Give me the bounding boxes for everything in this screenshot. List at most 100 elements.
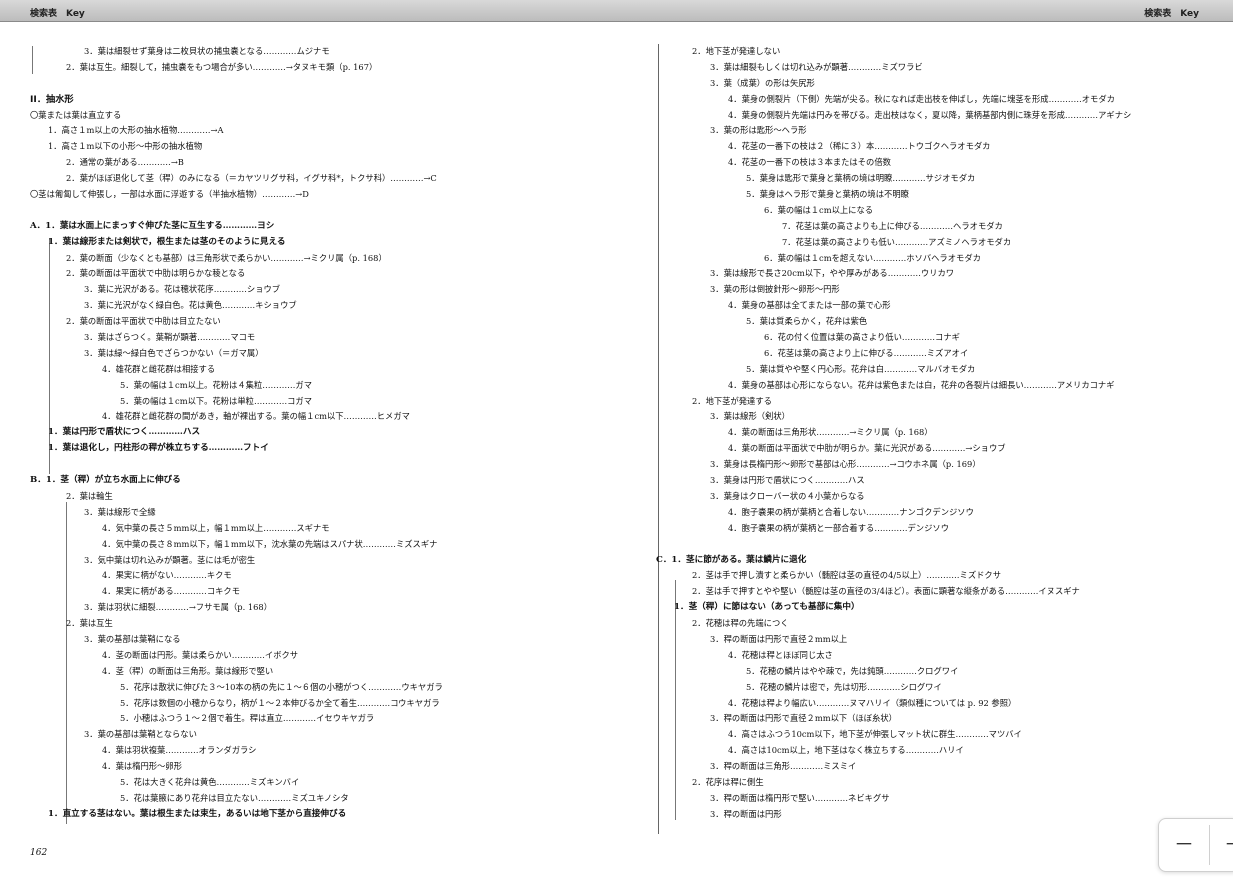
- key-line: 7．花茎は葉の高さよりも上に伸びる…………ヘラオモダカ: [782, 220, 1003, 231]
- key-line: 5．花穂の鱗片は密で，先は切形…………シログワイ: [746, 681, 942, 692]
- zoom-in-button[interactable]: ＋: [1209, 819, 1233, 871]
- key-line: 3．葉は細裂もしくは切れ込みが顕著…………ミズワラビ: [710, 61, 923, 72]
- key-line: 3．葉の基部は葉鞘とならない: [84, 729, 197, 740]
- page-number: 162: [30, 848, 48, 858]
- key-line: 7．花茎は葉の高さよりも低い…………アズミノヘラオモダカ: [782, 236, 1012, 247]
- key-line: 2．通常の葉がある…………→B: [66, 157, 184, 168]
- key-line: 4．花茎の一番下の枝は３本またはその倍数: [728, 157, 891, 168]
- key-line: 4．葉の断面は三角形状…………→ミクリ属（p. 168）: [728, 427, 933, 438]
- key-line: 3．葉はざらつく。葉鞘が顕著…………マコモ: [84, 332, 256, 343]
- key-line: 2．茎は手で押し潰すと柔らかい（髄腔は茎の直径の4/5以上）…………ミズドクサ: [692, 570, 1002, 581]
- left-column: 3．葉は細裂せず葉身は二枚貝状の捕虫嚢となる…………ムジナモ 2．葉は互生。細裂し…: [30, 44, 640, 836]
- key-line: II．抽水形: [30, 93, 74, 105]
- key-line: 3．葉は線形で全縁: [84, 506, 156, 517]
- key-line: B．1．茎（稈）が立ち水面上に伸びる: [30, 475, 181, 486]
- key-line: 3．葉身はクローバー状の４小葉からなる: [710, 490, 865, 501]
- key-line: 4．胞子嚢果の柄が葉柄と合着しない…………ナンゴクデンジソウ: [728, 506, 974, 517]
- key-line: 4．葉身の基部は心形にならない。花弁は紫色または白，花弁の各裂片は細長い……………: [728, 379, 1115, 390]
- key-line: 2．地下茎が発達しない: [692, 46, 781, 56]
- key-line: 3．葉は線形で長さ20cm以下，やや厚みがある…………ウリカワ: [710, 268, 955, 279]
- key-line: 5．小穂はふつう１～２個で着生。稈は直立…………イセウキヤガラ: [120, 713, 375, 724]
- key-line: 4．花穂は稈より幅広い…………ヌマハリイ（類似種については p. 92 参照）: [728, 697, 1017, 708]
- key-line: 3．稈の断面は円形で直径２mm以上: [710, 633, 848, 644]
- key-line: 5．花は大きく花弁は黄色…………ミズキンバイ: [120, 776, 300, 787]
- key-line: 5．花穂の鱗片はやや疎で，先は鈍頭…………クログワイ: [746, 665, 959, 676]
- key-line: 1．高さ１m以下の小形～中形の抽水植物: [48, 141, 203, 152]
- key-line: 5．葉身は匙形で葉身と葉柄の境は明瞭…………サジオモダカ: [746, 173, 976, 184]
- zoom-out-button[interactable]: －: [1159, 819, 1209, 871]
- key-line: 3．葉の形は匙形～ヘラ形: [710, 125, 807, 136]
- key-line: 3．気中葉は切れ込みが顕著。茎には毛が密生: [84, 554, 256, 565]
- key-line: 4．果実に柄がない…………キクモ: [102, 570, 232, 581]
- key-line: 4．葉身の基部は全てまたは一部の葉で心形: [728, 300, 891, 311]
- key-line: 1．葉は円形で盾状につく…………ハス: [48, 427, 201, 438]
- key-line: 4．花茎の一番下の枝は２（稀に３）本…………トウゴクヘラオモダカ: [728, 141, 991, 152]
- running-header: 検索表 Key 検索表 Key: [0, 0, 1233, 22]
- key-line: 1．茎（稈）に節はない（あっても基部に集中）: [674, 602, 860, 613]
- key-line: 4．茎の断面は円形。葉は柔らかい…………イボクサ: [102, 649, 299, 660]
- key-line: 4．葉の断面は平面状で中肋が明らか。葉に光沢がある…………→ショウブ: [728, 443, 1006, 454]
- key-line: 4．葉身の側裂片先端は円みを帯びる。走出枝はなく，夏以降，葉柄基部内側に珠芽を形…: [728, 109, 1132, 120]
- key-line: 1．直立する茎はない。葉は根生または束生，あるいは地下茎から直接伸びる: [48, 808, 347, 819]
- key-line: 4．高さは10cm以上，地下茎はなく株立ちする…………ハリイ: [728, 745, 964, 756]
- key-line: 2．葉は輪生: [66, 490, 113, 501]
- key-line: 2．葉がほぼ退化して茎（稈）のみになる（＝カヤツリグサ科，イグサ科*，トクサ科）…: [66, 173, 437, 184]
- key-line: 1．葉は退化し，円柱形の稈が株立ちする…………フトイ: [48, 443, 269, 454]
- key-line: 5．葉の幅は１cm以下。花粉は単粒…………コガマ: [120, 395, 313, 406]
- key-line: 4．花穂は稈とほぼ同じ太さ: [728, 649, 833, 660]
- key-line: 1．葉は線形または剣状で，根生または茎のそのように見える: [48, 236, 286, 247]
- key-line: 3．稈の断面は円形で直径２mm以下（ほぼ糸状）: [710, 713, 897, 724]
- key-line: 4．胞子嚢果の柄が葉柄と一部合着する…………デンジソウ: [728, 522, 949, 533]
- key-line: 2．葉の断面は平面状で中肋は明らかな稜となる: [66, 268, 246, 279]
- key-line: 6．葉の幅は１cm以上になる: [764, 204, 874, 215]
- key-line: 3．稈の断面は楕円形で堅い…………ネビキグサ: [710, 792, 890, 803]
- key-line: 5．葉は質柔らかく，花弁は紫色: [746, 316, 868, 327]
- key-line: 2．茎は手で押すとやや堅い（髄腔は茎の直径の3/4ほど）。表面に顕著な縦条がある…: [692, 586, 1080, 597]
- key-line: 4．高さはふつう10cm以下，地下茎が伸張しマット状に群生…………マツバイ: [728, 729, 1022, 740]
- key-line: 3．葉の基部は葉鞘になる: [84, 633, 181, 644]
- key-line: 5．葉は質やや堅く円心形。花弁は白…………マルバオモダカ: [746, 363, 976, 374]
- key-line: 3．葉身は長楕円形～卵形で基部は心形…………→コウホネ属（p. 169）: [710, 459, 981, 470]
- key-line: 6．花茎は葉の高さより上に伸びる…………ミズアオイ: [764, 347, 969, 358]
- key-line: C．1．茎に節がある。葉は鱗片に退化: [656, 554, 807, 565]
- key-line: 4．果実に柄がある…………コキクモ: [102, 586, 241, 597]
- key-line: 3．葉に光沢がある。花は穂状花序…………ショウブ: [84, 284, 281, 295]
- key-line: 3．葉身は円形で盾状につく…………ハス: [710, 475, 865, 486]
- key-line: 5．花序は散状に伸びた３～10本の柄の先に１～６個の小穂がつく…………ウキヤガラ: [120, 681, 443, 692]
- key-line: 4．葉身の側裂片（下側）先端が尖る。秋になれば走出枝を伸ばし，先端に塊茎を形成……: [728, 93, 1115, 104]
- key-line: 3．葉は細裂せず葉身は二枚貝状の捕虫嚢となる…………ムジナモ: [84, 46, 330, 56]
- right-column: 2．地下茎が発達しない 3．葉は細裂もしくは切れ込みが顕著…………ミズワラビ 3．葉…: [656, 44, 1216, 826]
- key-line: 2．花序は稈に側生: [692, 776, 764, 787]
- key-line: 5．花序は数個の小穂からなり，柄が１～２本伸びるか全て着生…………コウキヤガラ: [120, 697, 440, 708]
- key-line: 5．葉身はヘラ形で葉身と葉柄の境は不明瞭: [746, 189, 909, 200]
- header-left-title: 検索表 Key: [30, 9, 85, 19]
- key-line: 〇葉または葉は直立する: [30, 109, 122, 120]
- key-line: 3．稈の断面は円形: [710, 808, 782, 819]
- key-line: 5．葉の幅は１cm以上。花粉は４集粒…………ガマ: [120, 379, 313, 390]
- key-line: 6．葉の幅は１cmを超えない…………ホソバヘラオモダカ: [764, 252, 981, 263]
- key-line: 4．雄花群と雌花群は相接する: [102, 363, 216, 374]
- key-line: A．1．葉は水面上にまっすぐ伸びた茎に互生する…………ヨシ: [30, 220, 275, 231]
- key-line: 3．稈の断面は三角形…………ミスミイ: [710, 761, 857, 772]
- key-line: 3．葉は線形（剣状）: [710, 411, 790, 422]
- key-line: 4．気中葉の長さ８mm以下，幅１mm以下，沈水葉の先端はスパナ状…………ミズスギ…: [102, 538, 438, 549]
- key-line: 4．気中葉の長さ５mm以上，幅１mm以上…………スギナモ: [102, 522, 330, 533]
- key-line: 2．葉は互生: [66, 618, 113, 629]
- zoom-controls: － ＋: [1158, 818, 1233, 872]
- key-line: 2．葉の断面（少なくとも基部）は三角形状で柔らかい…………→ミクリ属（p. 16…: [66, 252, 387, 263]
- key-line: 2．花穂は稈の先端につく: [692, 618, 789, 629]
- key-line: 3．葉（成葉）の形は矢尻形: [710, 77, 815, 88]
- key-line: 1．高さ１m以上の大形の抽水植物…………→A: [48, 125, 224, 136]
- key-line: 6．花の付く位置は葉の高さより低い…………コナギ: [764, 332, 960, 343]
- key-line: 5．花は葉腋にあり花弁は目立たない…………ミズユキノシタ: [120, 792, 349, 803]
- key-line: 4．葉は羽状複葉…………オランダガラシ: [102, 745, 257, 756]
- key-line: 2．葉の断面は平面状で中肋は目立たない: [66, 316, 221, 327]
- key-line: 3．葉は羽状に細裂…………→フサモ属（p. 168）: [84, 602, 272, 613]
- header-right-title: 検索表 Key: [1144, 9, 1199, 19]
- key-line: 3．葉は緑～緑白色でざらつかない（＝ガマ属）: [84, 347, 264, 358]
- key-line: 2．葉は互生。細裂して，捕虫嚢をもつ場合が多い…………→タヌキモ類（p. 167…: [66, 61, 378, 72]
